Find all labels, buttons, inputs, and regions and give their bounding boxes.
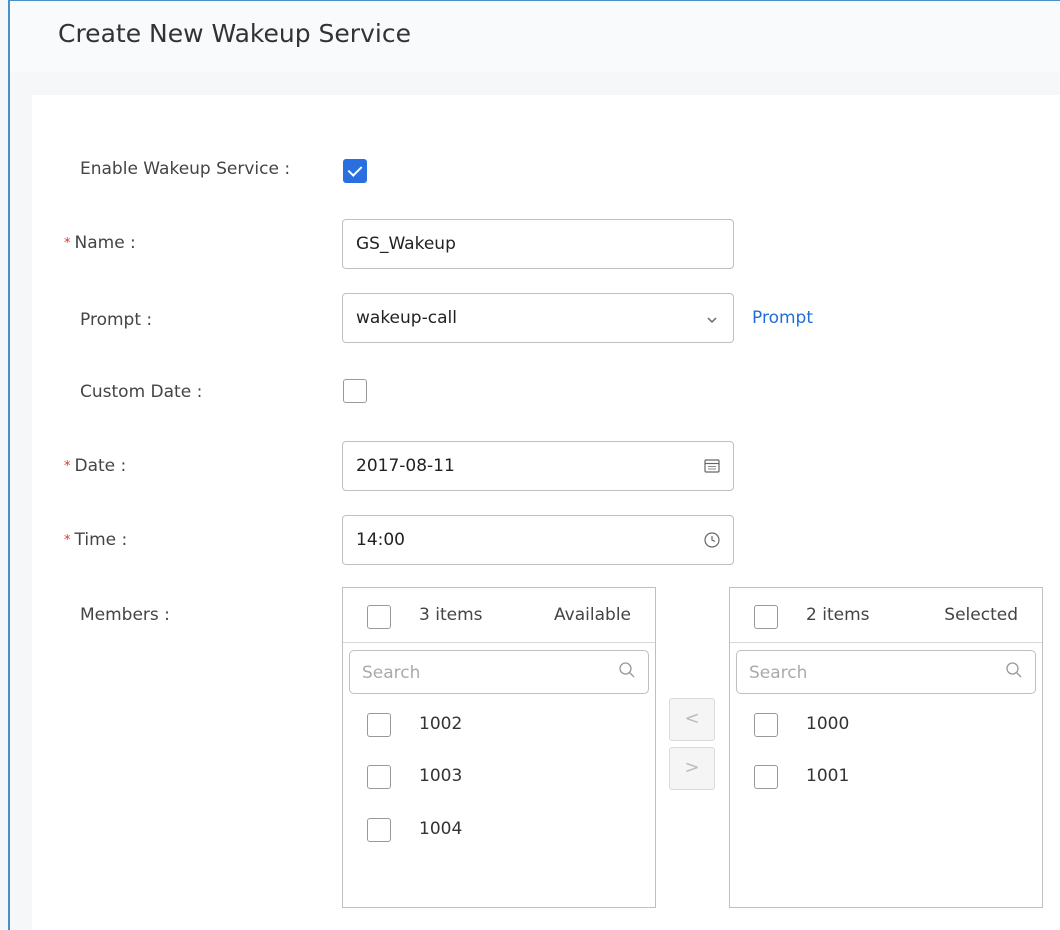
item-label: 1004 [419, 819, 463, 839]
date-value: 2017-08-11 [356, 456, 455, 476]
page-title: Create New Wakeup Service [58, 19, 411, 48]
item-label: 1001 [806, 766, 850, 786]
clock-icon[interactable] [703, 531, 721, 549]
prompt-select[interactable]: wakeup-call [342, 293, 734, 343]
prompt-value: wakeup-call [356, 308, 457, 328]
item-label: 1000 [806, 714, 850, 734]
selected-search-input[interactable]: Search [736, 650, 1036, 694]
available-header: 3 items Available [343, 588, 655, 643]
time-label-row: * Time : [64, 530, 127, 550]
calendar-icon[interactable] [703, 457, 721, 475]
time-label: Time : [74, 530, 128, 550]
enable-checkbox[interactable] [343, 159, 367, 183]
name-label: Name : [74, 233, 136, 253]
enable-label: Enable Wakeup Service : [80, 159, 291, 179]
item-checkbox[interactable] [754, 765, 778, 789]
date-label: Date : [74, 456, 127, 476]
chevron-down-icon [707, 317, 717, 324]
item-label: 1003 [419, 766, 463, 786]
selected-search-placeholder: Search [749, 663, 808, 683]
available-search-input[interactable]: Search [349, 650, 649, 694]
item-checkbox[interactable] [367, 713, 391, 737]
item-label: 1002 [419, 714, 463, 734]
available-title: Available [554, 605, 631, 625]
item-checkbox[interactable] [367, 765, 391, 789]
item-checkbox[interactable] [754, 713, 778, 737]
required-mark: * [64, 458, 71, 474]
search-icon [619, 662, 635, 678]
available-count: 3 items [419, 605, 483, 625]
move-left-button[interactable]: < [669, 698, 715, 741]
name-value: GS_Wakeup [356, 234, 456, 254]
selected-list: 2 items Selected Search 1000 1001 [729, 587, 1043, 908]
time-input[interactable]: 14:00 [342, 515, 734, 565]
available-list: 3 items Available Search 1002 1003 1004 [342, 587, 656, 908]
selected-title: Selected [944, 605, 1018, 625]
custom-date-checkbox[interactable] [343, 379, 367, 403]
selected-select-all-checkbox[interactable] [754, 605, 778, 629]
selected-header: 2 items Selected [730, 588, 1042, 643]
name-input[interactable]: GS_Wakeup [342, 219, 734, 269]
name-label-row: * Name : [64, 233, 136, 253]
page-header: Create New Wakeup Service [10, 1, 1060, 72]
time-value: 14:00 [356, 530, 405, 550]
available-select-all-checkbox[interactable] [367, 605, 391, 629]
custom-date-label: Custom Date : [80, 382, 203, 402]
selected-count: 2 items [806, 605, 870, 625]
item-checkbox[interactable] [367, 818, 391, 842]
required-mark: * [64, 532, 71, 548]
date-input[interactable]: 2017-08-11 [342, 441, 734, 491]
prompt-label: Prompt : [80, 310, 153, 330]
available-search-placeholder: Search [362, 663, 421, 683]
date-label-row: * Date : [64, 456, 126, 476]
required-mark: * [64, 235, 71, 251]
search-icon [1006, 662, 1022, 678]
move-right-button[interactable]: > [669, 747, 715, 790]
prompt-link[interactable]: Prompt [752, 308, 813, 328]
members-label: Members : [80, 605, 170, 625]
